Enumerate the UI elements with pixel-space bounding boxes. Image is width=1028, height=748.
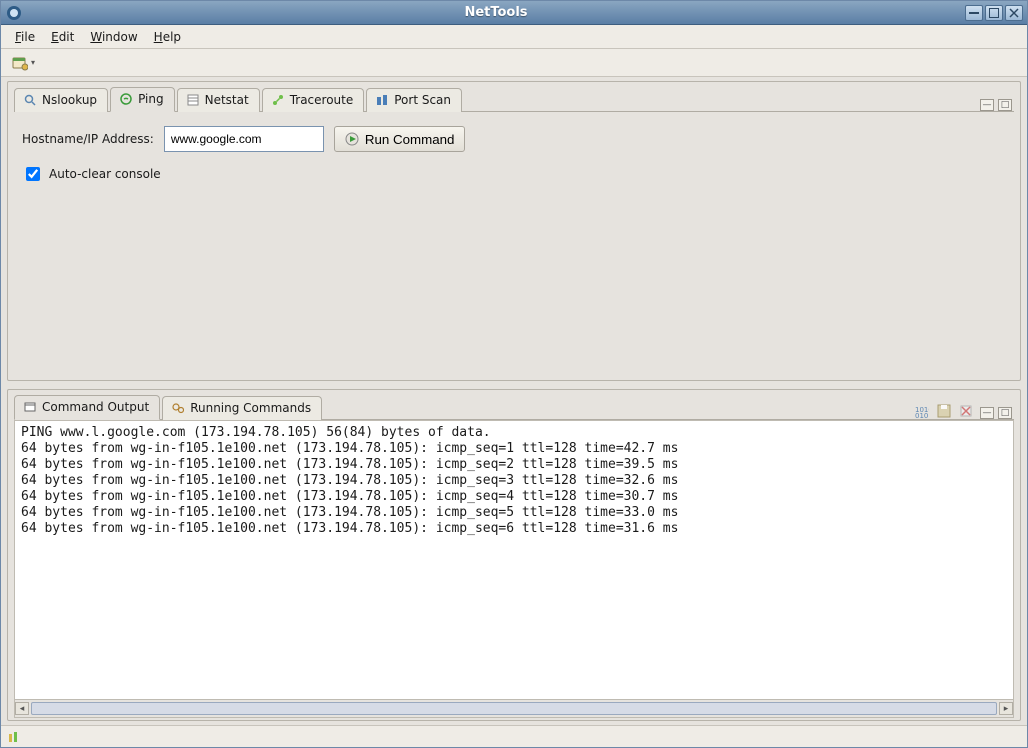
bottom-panel: Command Output Running Commands 10100101… <box>7 389 1021 721</box>
scan-icon <box>375 93 389 107</box>
tab-label: Ping <box>138 92 164 106</box>
console-output[interactable]: PING www.l.google.com (173.194.78.105) 5… <box>14 420 1014 700</box>
scroll-right-button[interactable]: ▸ <box>999 702 1013 715</box>
menu-bar: File Edit Window Help <box>1 25 1027 49</box>
ping-tab-body: Hostname/IP Address: Run Command Auto-cl… <box>8 112 1020 380</box>
run-command-label: Run Command <box>365 132 455 147</box>
horizontal-scrollbar[interactable]: ◂ ▸ <box>14 700 1014 718</box>
maximize-button[interactable] <box>985 5 1003 21</box>
tab-label: Nslookup <box>42 93 97 107</box>
play-icon <box>345 132 359 146</box>
menu-file[interactable]: File <box>7 27 43 47</box>
tab-portscan[interactable]: Port Scan <box>366 88 462 112</box>
tab-ping[interactable]: Ping <box>110 87 175 112</box>
bottom-tab-row: Command Output Running Commands 10100101… <box>8 390 1020 419</box>
maximize-panel-button[interactable]: □ <box>998 99 1012 111</box>
scroll-thumb[interactable] <box>31 702 997 715</box>
ping-icon <box>119 92 133 106</box>
minimize-panel-button[interactable]: — <box>980 99 994 111</box>
hostname-input[interactable] <box>164 126 324 152</box>
clear-icon[interactable] <box>958 403 974 419</box>
binary-icon[interactable]: 10100101 <box>914 403 930 419</box>
route-icon <box>271 93 285 107</box>
tab-label: Running Commands <box>190 401 311 415</box>
minimize-panel-button[interactable]: — <box>980 407 994 419</box>
top-panel: Nslookup Ping Netstat Traceroute Port Sc… <box>7 81 1021 381</box>
autoclear-label[interactable]: Auto-clear console <box>49 167 161 181</box>
app-icon <box>5 4 23 22</box>
new-session-button[interactable]: ▾ <box>7 52 42 74</box>
tab-label: Command Output <box>42 400 149 414</box>
close-button[interactable] <box>1005 5 1023 21</box>
save-icon[interactable] <box>936 403 952 419</box>
toolbar: ▾ <box>1 49 1027 77</box>
search-icon <box>23 93 37 107</box>
scroll-left-button[interactable]: ◂ <box>15 702 29 715</box>
tab-running-commands[interactable]: Running Commands <box>162 396 322 420</box>
tab-nslookup[interactable]: Nslookup <box>14 88 108 112</box>
minimize-button[interactable] <box>965 5 983 21</box>
window-title: NetTools <box>27 5 965 20</box>
tab-netstat[interactable]: Netstat <box>177 88 260 112</box>
tab-command-output[interactable]: Command Output <box>14 395 160 420</box>
svg-text:0101: 0101 <box>915 412 929 418</box>
menu-help[interactable]: Help <box>146 27 189 47</box>
terminal-icon <box>23 400 37 414</box>
menu-edit[interactable]: Edit <box>43 27 82 47</box>
tab-label: Port Scan <box>394 93 451 107</box>
run-command-button[interactable]: Run Command <box>334 126 466 152</box>
top-tab-row: Nslookup Ping Netstat Traceroute Port Sc… <box>8 82 1020 111</box>
tab-traceroute[interactable]: Traceroute <box>262 88 365 112</box>
status-icon <box>7 730 21 744</box>
tab-label: Traceroute <box>290 93 354 107</box>
tab-label: Netstat <box>205 93 249 107</box>
window-titlebar: NetTools <box>1 1 1027 25</box>
card-icon <box>12 55 28 71</box>
autoclear-checkbox[interactable] <box>26 167 40 181</box>
list-icon <box>186 93 200 107</box>
hostname-label: Hostname/IP Address: <box>22 132 154 146</box>
menu-window[interactable]: Window <box>82 27 145 47</box>
status-bar <box>1 725 1027 747</box>
maximize-panel-button[interactable]: □ <box>998 407 1012 419</box>
gears-icon <box>171 401 185 415</box>
chevron-down-icon: ▾ <box>31 58 35 67</box>
